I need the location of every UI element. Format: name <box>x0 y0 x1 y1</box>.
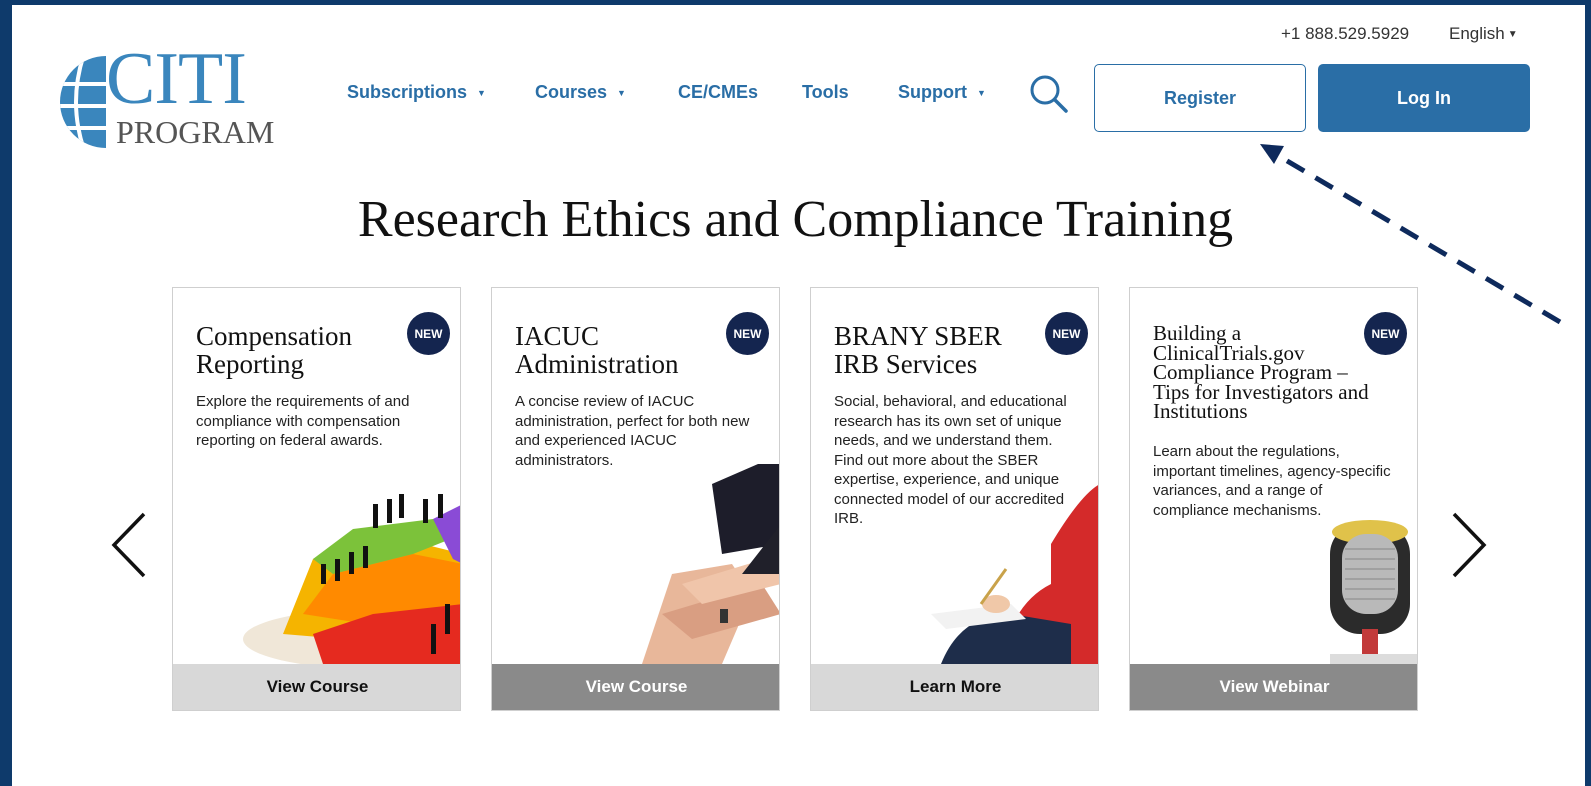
logo-wordmark: CITI <box>106 38 247 120</box>
language-selector[interactable]: English ▼ <box>1449 24 1518 44</box>
card-title: Compensation Reporting <box>196 321 352 380</box>
card-title: IACUC Administration <box>515 321 679 380</box>
search-icon[interactable] <box>1028 73 1070 115</box>
language-label: English <box>1449 24 1505 43</box>
course-card[interactable]: Building a ClinicalTrials.gov Compliance… <box>1129 287 1418 711</box>
new-badge: NEW <box>726 312 769 355</box>
new-badge: NEW <box>1364 312 1407 355</box>
nav-label: Subscriptions <box>347 82 468 102</box>
login-button[interactable]: Log In <box>1318 64 1530 132</box>
card-description: A concise review of IACUC administration… <box>515 393 750 469</box>
pie-chart-people-image <box>243 494 460 664</box>
nav-label: Support <box>898 82 967 102</box>
nav-ce-cmes[interactable]: CE/CMEs <box>678 82 758 103</box>
caret-down-icon: ▼ <box>477 88 486 98</box>
view-course-button[interactable]: View Course <box>173 664 460 710</box>
nav-support[interactable]: Support ▼ <box>898 82 986 103</box>
view-course-button[interactable]: View Course <box>492 664 779 710</box>
caret-down-icon: ▼ <box>1507 29 1518 40</box>
citi-program-logo[interactable]: CITI PROGRAM <box>58 42 275 150</box>
register-button[interactable]: Register <box>1094 64 1306 132</box>
caret-down-icon: ▼ <box>617 88 626 98</box>
chevron-left-icon[interactable] <box>110 510 150 580</box>
card-description: Explore the requirements of and complian… <box>196 393 410 449</box>
card-title: Building a ClinicalTrials.gov Compliance… <box>1153 321 1369 424</box>
course-card[interactable]: Compensation Reporting NEW Explore the r… <box>172 287 461 711</box>
card-title: BRANY SBER IRB Services <box>834 321 1002 380</box>
person-writing-image <box>931 485 1098 664</box>
page-title: Research Ethics and Compliance Training <box>357 191 1234 248</box>
microphone-image <box>1330 520 1417 664</box>
nav-courses[interactable]: Courses ▼ <box>535 82 626 103</box>
nav-subscriptions[interactable]: Subscriptions ▼ <box>347 82 486 103</box>
nav-label: CE/CMEs <box>678 82 759 102</box>
view-webinar-button[interactable]: View Webinar <box>1130 664 1417 710</box>
caret-down-icon: ▼ <box>977 88 986 98</box>
new-badge: NEW <box>1045 312 1088 355</box>
course-card[interactable]: IACUC Administration NEW A concise revie… <box>491 287 780 711</box>
logo-subtitle: PROGRAM <box>116 114 275 150</box>
nav-label: Tools <box>802 82 849 102</box>
nav-label: Courses <box>535 82 608 102</box>
new-badge: NEW <box>407 312 450 355</box>
phone-number[interactable]: +1 888.529.5929 <box>1281 24 1409 44</box>
chevron-right-icon[interactable] <box>1448 510 1488 580</box>
learn-more-button[interactable]: Learn More <box>811 664 1098 710</box>
course-card[interactable]: BRANY SBER IRB Services NEW Social, beha… <box>810 287 1099 711</box>
stacked-hands-image <box>642 464 779 664</box>
nav-tools[interactable]: Tools <box>802 82 849 103</box>
